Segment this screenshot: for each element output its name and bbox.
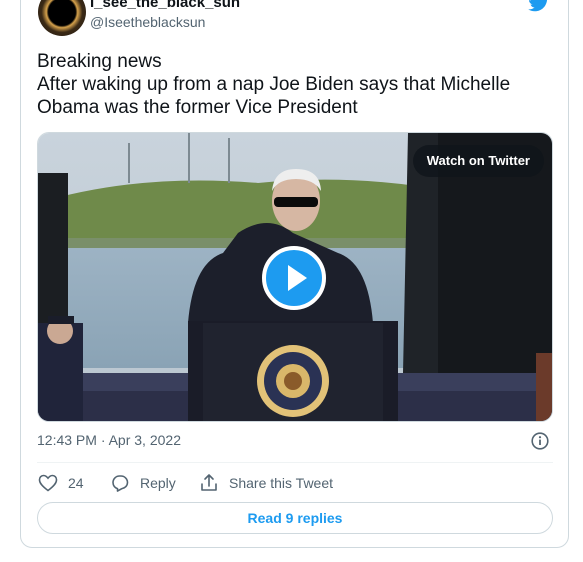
reply-button[interactable]: Reply — [110, 472, 176, 494]
read-replies-button[interactable]: Read 9 replies — [37, 502, 553, 534]
video-player[interactable]: Watch on Twitter — [37, 132, 553, 422]
share-icon — [201, 474, 217, 491]
play-icon — [288, 265, 307, 291]
tweet-text-line: After waking up from a nap Joe Biden say… — [37, 74, 511, 95]
tweet-text-line: Obama was the former Vice President — [37, 97, 358, 118]
tweet-text: Breaking news After waking up from a nap… — [37, 50, 547, 119]
reply-label: Reply — [140, 475, 176, 491]
tweet-text-line: Breaking news — [37, 51, 162, 72]
share-button[interactable]: Share this Tweet — [199, 472, 333, 494]
user-handle[interactable]: @Iseetheblacksun — [90, 14, 205, 30]
info-icon[interactable] — [531, 432, 549, 450]
watch-on-twitter-button[interactable]: Watch on Twitter — [412, 145, 544, 177]
play-button[interactable] — [262, 246, 326, 310]
like-count: 24 — [68, 475, 84, 491]
divider — [37, 462, 553, 463]
display-name[interactable]: I_see_the_black_sun — [90, 0, 240, 11]
like-button[interactable]: 24 — [38, 472, 84, 494]
share-label: Share this Tweet — [229, 475, 334, 491]
tweet-timestamp[interactable]: 12:43 PM · Apr 3, 2022 — [37, 432, 181, 448]
heart-icon — [38, 474, 58, 492]
reply-icon — [112, 475, 129, 492]
twitter-bird-icon[interactable] — [528, 0, 550, 12]
